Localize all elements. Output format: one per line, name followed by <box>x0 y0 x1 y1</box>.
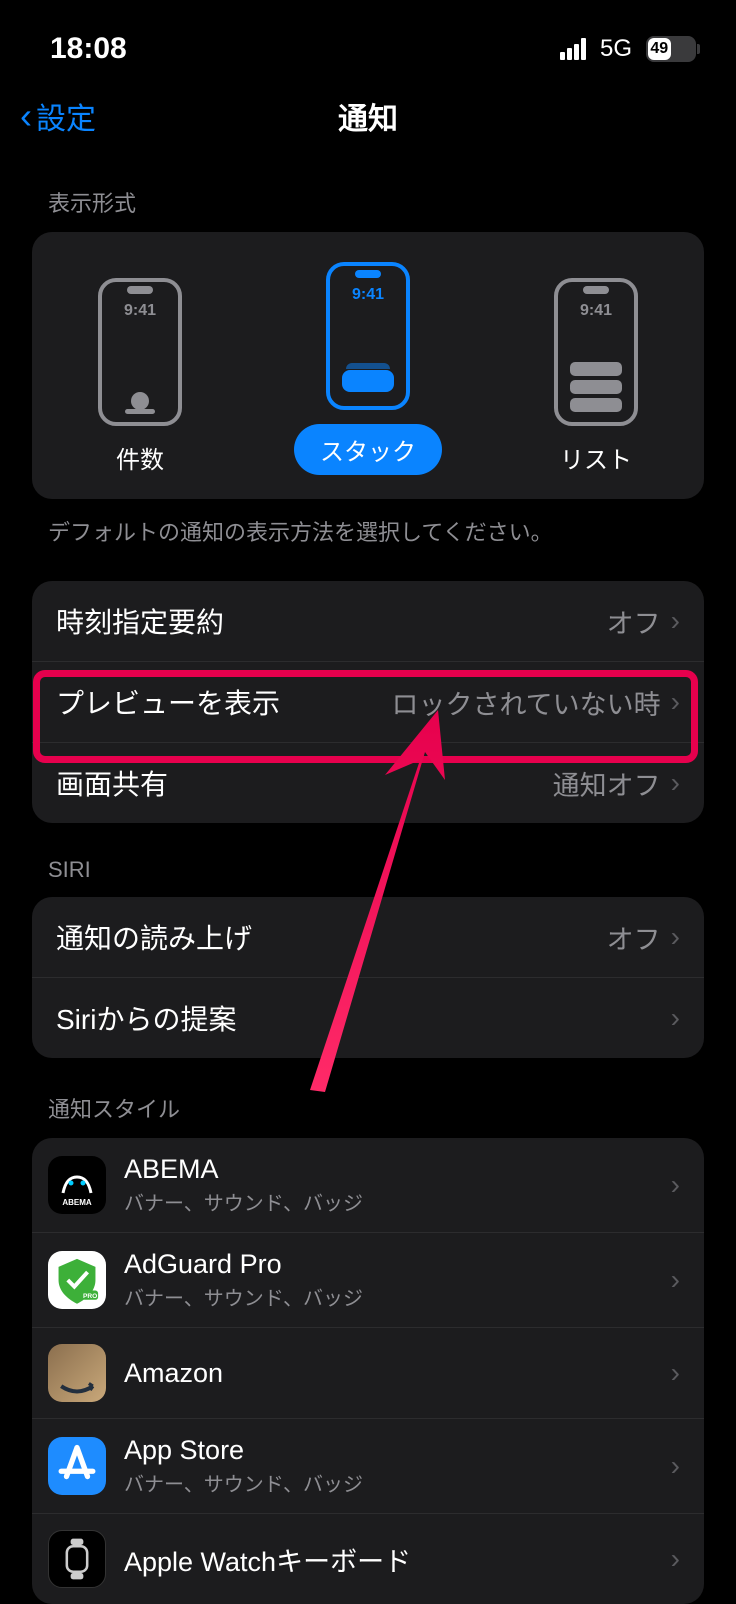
general-card: 時刻指定要約 オフ › プレビューを表示 ロックされていない時 › 画面共有 通… <box>32 581 704 823</box>
back-button[interactable]: ‹ 設定 <box>20 94 96 138</box>
page-title: 通知 <box>338 94 398 138</box>
preview-value: ロックされていない時 <box>391 683 660 722</box>
chevron-right-icon: › <box>671 1357 680 1389</box>
app-row-adguard[interactable]: PRO AdGuard Pro バナー、サウンド、バッジ › <box>32 1233 704 1328</box>
status-right: 5G 49 <box>560 35 696 63</box>
adguard-icon: PRO <box>48 1251 106 1309</box>
chevron-right-icon: › <box>671 767 680 799</box>
preview-label: プレビューを表示 <box>56 682 280 722</box>
phone-count-icon: 9:41 <box>98 278 182 426</box>
phone-stack-icon: 9:41 <box>326 262 410 410</box>
app-name: ABEMA <box>124 1154 653 1185</box>
chevron-right-icon: › <box>671 921 680 953</box>
chevron-right-icon: › <box>671 686 680 718</box>
appstore-icon <box>48 1437 106 1495</box>
announce-value: オフ <box>607 918 661 957</box>
app-row-abema[interactable]: ABEMA ABEMA バナー、サウンド、バッジ › <box>32 1138 704 1233</box>
display-style-list[interactable]: 9:41 リスト <box>554 278 638 475</box>
display-style-header: 表示形式 <box>32 152 704 232</box>
siri-header: SIRI <box>32 823 704 897</box>
app-name: Amazon <box>124 1358 653 1389</box>
chevron-left-icon: ‹ <box>20 105 32 127</box>
watch-icon <box>48 1530 106 1588</box>
app-sub: バナー、サウンド、バッジ <box>124 1187 653 1216</box>
siri-card: 通知の読み上げ オフ › Siriからの提案 › <box>32 897 704 1058</box>
back-label: 設定 <box>36 94 96 138</box>
app-name: AdGuard Pro <box>124 1249 653 1280</box>
battery-fill: 49 <box>648 38 671 60</box>
preview-row[interactable]: プレビューを表示 ロックされていない時 › <box>32 662 704 743</box>
network-label: 5G <box>600 35 632 63</box>
app-sub: バナー、サウンド、バッジ <box>124 1282 653 1311</box>
display-style-stack[interactable]: 9:41 スタック <box>294 262 442 475</box>
status-time: 18:08 <box>50 32 127 66</box>
app-sub: バナー、サウンド、バッジ <box>124 1468 653 1497</box>
svg-text:PRO: PRO <box>83 1293 97 1300</box>
chevron-right-icon: › <box>671 1450 680 1482</box>
battery-percent: 49 <box>646 40 672 58</box>
display-style-footer: デフォルトの通知の表示方法を選択してください。 <box>32 499 704 547</box>
chevron-right-icon: › <box>671 1543 680 1575</box>
status-bar: 18:08 5G 49 <box>0 0 736 80</box>
screen-share-row[interactable]: 画面共有 通知オフ › <box>32 743 704 823</box>
announce-label: 通知の読み上げ <box>56 917 252 957</box>
announce-row[interactable]: 通知の読み上げ オフ › <box>32 897 704 978</box>
style-header: 通知スタイル <box>32 1058 704 1138</box>
scheduled-summary-row[interactable]: 時刻指定要約 オフ › <box>32 581 704 662</box>
app-name: Apple Watchキーボード <box>124 1540 653 1579</box>
chevron-right-icon: › <box>671 1169 680 1201</box>
screen-share-label: 画面共有 <box>56 763 168 803</box>
abema-icon: ABEMA <box>48 1156 106 1214</box>
phone-list-icon: 9:41 <box>554 278 638 426</box>
amazon-icon <box>48 1344 106 1402</box>
app-row-amazon[interactable]: Amazon › <box>32 1328 704 1419</box>
display-style-count[interactable]: 9:41 件数 <box>98 278 182 475</box>
style-card: ABEMA ABEMA バナー、サウンド、バッジ › PRO AdGuard P… <box>32 1138 704 1604</box>
suggestions-row[interactable]: Siriからの提案 › <box>32 978 704 1058</box>
chevron-right-icon: › <box>671 1264 680 1296</box>
chevron-right-icon: › <box>671 1002 680 1034</box>
scheduled-summary-value: オフ <box>607 602 661 641</box>
display-style-card: 9:41 件数 9:41 スタック 9:41 <box>32 232 704 499</box>
chevron-right-icon: › <box>671 605 680 637</box>
nav-bar: ‹ 設定 通知 <box>0 80 736 152</box>
screen-share-value: 通知オフ <box>553 764 661 803</box>
battery-icon: 49 <box>646 36 696 62</box>
list-label: リスト <box>560 440 632 475</box>
app-row-appstore[interactable]: App Store バナー、サウンド、バッジ › <box>32 1419 704 1514</box>
stack-label: スタック <box>294 424 442 475</box>
signal-icon <box>560 38 586 60</box>
app-row-watch[interactable]: Apple Watchキーボード › <box>32 1514 704 1604</box>
scheduled-summary-label: 時刻指定要約 <box>56 601 224 641</box>
svg-text:ABEMA: ABEMA <box>62 1198 92 1207</box>
app-name: App Store <box>124 1435 653 1466</box>
count-label: 件数 <box>116 440 164 475</box>
suggestions-label: Siriからの提案 <box>56 998 236 1038</box>
